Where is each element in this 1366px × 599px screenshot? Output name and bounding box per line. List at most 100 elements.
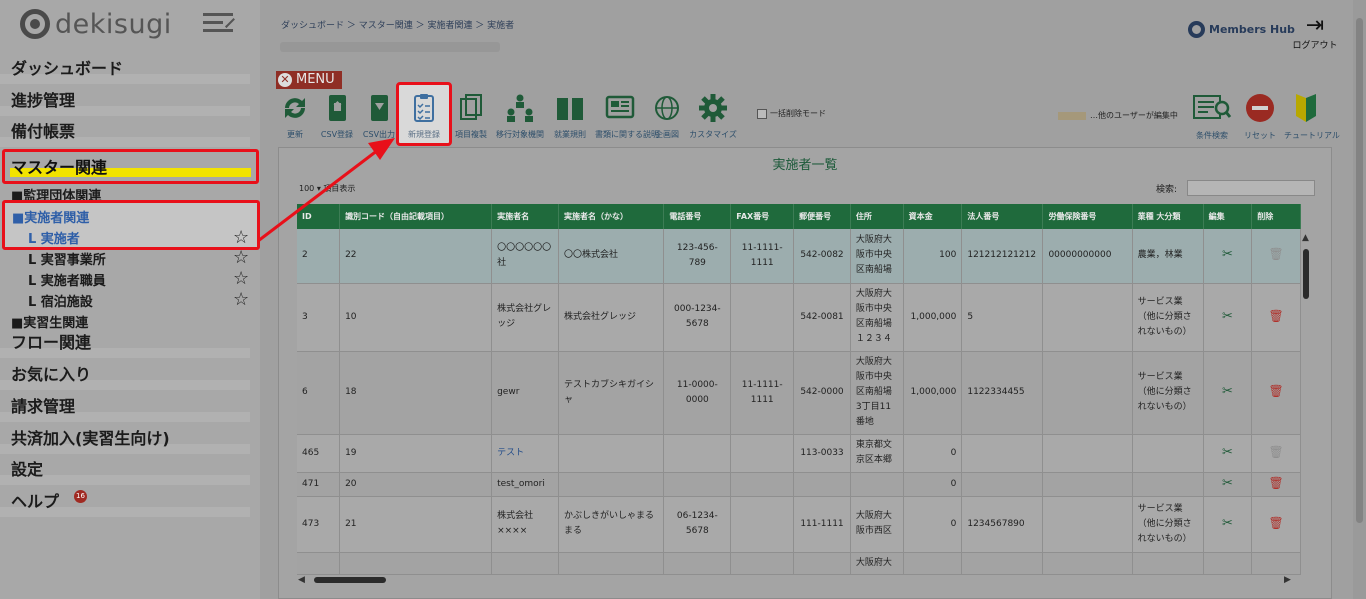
scrollbar-thumb[interactable] xyxy=(314,577,386,583)
edit-tools-icon[interactable]: ✂ xyxy=(1222,445,1233,460)
reset-button[interactable]: リセット xyxy=(1238,92,1282,141)
cell-capital xyxy=(903,552,963,575)
dekisugi-logo[interactable]: dekisugi xyxy=(20,6,172,42)
table-row[interactable]: 3 10 株式会社グレッジ 株式会社グレッジ 000-1234-5678 542… xyxy=(297,283,1301,352)
cell-kana: テストカブシキガイシャ xyxy=(558,351,665,435)
sidebar-item-trainee[interactable]: ■実習生関連 xyxy=(11,312,88,331)
trash-icon[interactable]: 🗑 xyxy=(1268,476,1283,490)
edit-tools-icon[interactable]: ✂ xyxy=(1222,384,1233,399)
csv-export-icon xyxy=(371,95,388,121)
cell-kana xyxy=(558,472,665,497)
table-row[interactable]: 6 18 gewr テストカブシキガイシャ 11-0000-0000 11-11… xyxy=(297,351,1301,435)
column-header[interactable]: 実施者名 xyxy=(491,204,559,229)
checkbox-box[interactable] xyxy=(757,108,767,119)
cell-postal xyxy=(793,552,851,575)
trash-icon[interactable]: 🗑 xyxy=(1268,309,1283,323)
scrollbar-thumb[interactable] xyxy=(1303,249,1309,299)
sidebar-item-dashboard[interactable]: ダッシュボード xyxy=(0,56,250,86)
sidebar-collapse-icon[interactable] xyxy=(203,12,237,34)
cell-corp-number xyxy=(961,434,1044,473)
edit-tools-icon[interactable]: ✂ xyxy=(1222,476,1233,491)
cell-code: 21 xyxy=(339,496,493,553)
sidebar-item-master[interactable]: マスター関連 xyxy=(2,149,259,184)
sidebar-item-staff[interactable]: L 実施者職員 xyxy=(28,270,106,289)
table-vertical-scrollbar[interactable]: ▲ xyxy=(1302,233,1310,583)
cell-name[interactable]: テスト xyxy=(491,434,559,473)
sidebar-item-progress[interactable]: 進捗管理 xyxy=(0,88,250,118)
delete-cell: 🗑 xyxy=(1251,229,1301,284)
cell-industry: 農業，林業 xyxy=(1132,229,1204,284)
customize-button[interactable]: カスタマイズ xyxy=(688,92,738,142)
transfer-target-button[interactable]: 移行対象機関 xyxy=(495,92,545,142)
condition-search-button[interactable]: 条件検索 xyxy=(1190,92,1234,141)
scroll-right-icon[interactable]: ▶ xyxy=(1284,575,1291,585)
edit-tools-icon[interactable]: ✂ xyxy=(1222,516,1233,531)
column-header[interactable]: 業種 大分類 xyxy=(1132,204,1204,229)
scroll-left-icon[interactable]: ◀ xyxy=(298,575,305,585)
cell-corp-number: 5 xyxy=(961,283,1044,352)
sidebar-item-flow[interactable]: フロー関連 xyxy=(0,330,250,360)
sidebar-item-lodging[interactable]: L 宿泊施設 xyxy=(28,291,93,310)
trash-icon[interactable]: 🗑 xyxy=(1268,384,1283,398)
sidebar-item-mutual-aid[interactable]: 共済加入(実習生向け) xyxy=(0,426,250,456)
work-rules-button[interactable]: 就業規則 xyxy=(545,92,595,142)
column-header[interactable]: 法人番号 xyxy=(961,204,1044,229)
edit-cell: ✂ xyxy=(1203,283,1253,352)
favorite-star-icon[interactable]: ☆ xyxy=(233,291,249,309)
menu-toggle-button[interactable]: ✕ MENU xyxy=(276,71,342,89)
sidebar-item-workplace[interactable]: L 実習事業所 xyxy=(28,249,106,268)
planning-chart-button[interactable]: 企画図 xyxy=(642,92,692,142)
cell-corp-number xyxy=(961,472,1044,497)
column-header[interactable]: 資本金 xyxy=(903,204,963,229)
new-registration-button[interactable]: 新規登録 xyxy=(396,82,452,146)
cell-postal: 542-0000 xyxy=(793,351,851,435)
breadcrumb[interactable]: ダッシュボード ＞ マスター関連 ＞ 実施者関連 ＞ 実施者 xyxy=(281,18,514,31)
favorite-star-icon[interactable]: ☆ xyxy=(233,270,249,288)
column-header[interactable]: FAX番号 xyxy=(730,204,795,229)
implementer-table: ID 識別コード（自由記載項目） 実施者名 実施者名（かな） 電話番号 FAX番… xyxy=(297,204,1301,575)
table-row[interactable]: 大阪府大 xyxy=(297,552,1301,575)
table-horizontal-scrollbar[interactable]: ◀ ▶ xyxy=(296,575,1296,585)
favorite-star-icon[interactable]: ☆ xyxy=(233,227,249,248)
search-input[interactable] xyxy=(1187,180,1315,196)
close-icon: ✕ xyxy=(278,73,292,87)
document-explanation-button[interactable]: 書類に関する説明 xyxy=(595,92,659,142)
legend-swatch xyxy=(1058,111,1086,120)
column-header[interactable]: 実施者名（かな） xyxy=(558,204,665,229)
sidebar-item-implementer[interactable]: L 実施者 xyxy=(28,228,80,247)
delete-cell xyxy=(1251,552,1301,575)
sidebar-item-settings[interactable]: 設定 xyxy=(0,457,250,487)
sidebar-item-implementer-group[interactable]: ■実施者関連 xyxy=(12,207,89,226)
sidebar-item-favorites[interactable]: お気に入り xyxy=(0,362,250,392)
duplicate-icon xyxy=(460,94,482,120)
table-row[interactable]: 2 22 〇〇〇〇〇〇社 〇〇株式会社 123-456-789 11-1111-… xyxy=(297,229,1301,284)
sidebar-item-help[interactable]: ヘルプ xyxy=(0,489,250,519)
page-scrollbar-thumb[interactable] xyxy=(1356,18,1363,523)
scroll-up-icon[interactable]: ▲ xyxy=(1302,233,1309,243)
members-hub-logo[interactable]: Members Hub xyxy=(1188,21,1295,38)
cell-industry xyxy=(1132,434,1204,473)
cell-postal: 113-0033 xyxy=(793,434,851,473)
gear-icon xyxy=(699,94,727,122)
column-header[interactable]: 住所 xyxy=(850,204,904,229)
bulk-delete-mode-checkbox[interactable]: 一括削除モード xyxy=(757,108,826,119)
duplicate-button[interactable]: 項目複製 xyxy=(446,92,496,142)
page-length-select[interactable]: 100 ▾ 項目表示 xyxy=(299,183,355,194)
edit-tools-icon[interactable]: ✂ xyxy=(1222,309,1233,324)
page-scrollbar[interactable] xyxy=(1353,0,1366,599)
edit-tools-icon[interactable]: ✂ xyxy=(1222,247,1233,262)
sidebar-item-forms[interactable]: 備付帳票 xyxy=(0,119,250,149)
favorite-star-icon[interactable]: ☆ xyxy=(233,249,249,267)
column-header[interactable]: 識別コード（自由記載項目） xyxy=(339,204,493,229)
table-row[interactable]: 465 19 テスト 113-0033 東京都文京区本郷 0 ✂ 🗑 xyxy=(297,434,1301,473)
table-row[interactable]: 471 20 test_omori 0 ✂ 🗑 xyxy=(297,472,1301,497)
column-header[interactable]: 郵便番号 xyxy=(793,204,851,229)
column-header[interactable]: 電話番号 xyxy=(663,204,732,229)
tutorial-button[interactable]: チュートリアル xyxy=(1284,92,1340,141)
table-row[interactable]: 473 21 株式会社×××× かぶしきがいしゃまるまる 06-1234-567… xyxy=(297,496,1301,553)
trash-icon[interactable]: 🗑 xyxy=(1268,516,1283,530)
column-header[interactable]: ID xyxy=(297,204,341,229)
sidebar-item-billing[interactable]: 請求管理 xyxy=(0,394,250,424)
logout-button[interactable]: ⇥ ログアウト xyxy=(1290,14,1340,52)
column-header[interactable]: 労働保険番号 xyxy=(1042,204,1133,229)
